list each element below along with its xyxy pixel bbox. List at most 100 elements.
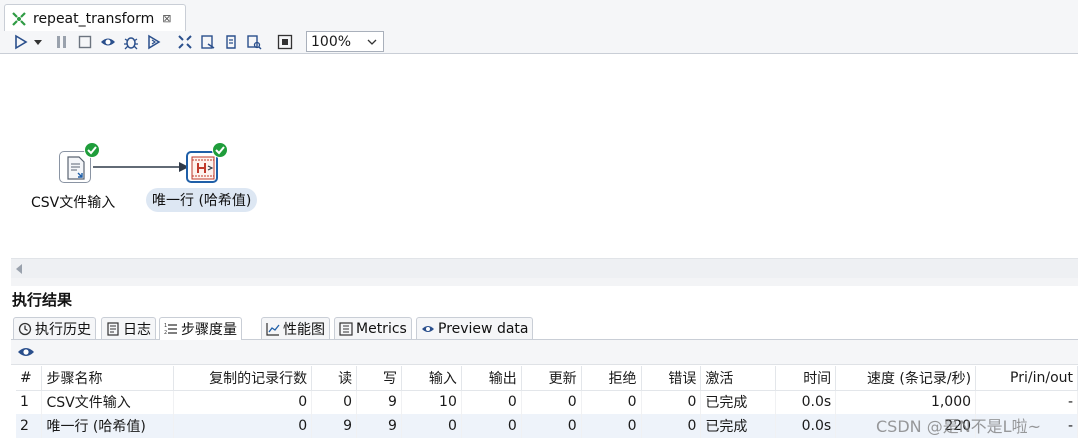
tab-performance-chart[interactable]: 性能图 <box>261 317 330 339</box>
cell-index: 1 <box>16 390 43 414</box>
sql-button[interactable] <box>222 33 240 51</box>
eye-icon <box>101 38 115 46</box>
step-label-csv-input: CSV文件输入 <box>31 195 116 211</box>
cell-rejected: 0 <box>581 390 642 414</box>
scroll-left-arrow-icon[interactable] <box>16 264 22 274</box>
tab-label: 日志 <box>123 321 151 338</box>
execution-results-title: 执行结果 <box>12 291 73 309</box>
tab-step-metrics[interactable]: 12 步骤度量 <box>159 317 242 340</box>
cell-priority-in-out: - <box>975 390 1078 414</box>
eye-icon[interactable] <box>17 345 35 359</box>
bug-icon <box>124 37 138 50</box>
svg-text:2: 2 <box>164 330 167 336</box>
replay-button[interactable] <box>145 33 163 51</box>
column-header-read[interactable]: 读 <box>311 366 358 391</box>
cell-index: 2 <box>16 414 43 438</box>
database-search-icon <box>247 35 262 50</box>
stop-icon <box>78 35 92 49</box>
tab-execution-history[interactable]: 执行历史 <box>13 317 96 339</box>
column-header-errors[interactable]: 错误 <box>641 366 702 391</box>
tab-log[interactable]: 日志 <box>101 317 156 339</box>
hash-unique-icon <box>191 156 215 180</box>
impact-button[interactable] <box>199 33 217 51</box>
tab-label: Metrics <box>356 320 407 337</box>
results-panel-icon <box>277 34 293 50</box>
watermark: CSDN @是N不是L啦~ <box>876 417 1041 436</box>
column-header-updated[interactable]: 更新 <box>521 366 582 391</box>
cell-time: 0.0s <box>775 414 837 438</box>
preview-button[interactable] <box>99 33 117 51</box>
cell-step-name: 唯一行 (哈希值) <box>41 414 175 438</box>
history-icon <box>18 322 32 335</box>
cell-written: 9 <box>356 414 402 438</box>
success-check-icon <box>84 142 100 158</box>
play-icon <box>15 34 28 50</box>
cell-errors: 0 <box>641 414 702 438</box>
replay-icon <box>148 34 161 50</box>
csv-file-icon <box>67 156 85 180</box>
cell-speed: 1,000 <box>835 390 977 414</box>
column-header-step-name[interactable]: 步骤名称 <box>41 366 175 391</box>
cell-rejected: 0 <box>581 414 642 438</box>
success-check-icon <box>212 142 228 158</box>
editor-tab-title: repeat_transform <box>33 10 155 27</box>
column-header-time[interactable]: 时间 <box>775 366 837 391</box>
column-header-speed[interactable]: 速度 (条记录/秒) <box>835 366 977 391</box>
column-header-priority-in-out[interactable]: Pri/in/out <box>975 366 1078 391</box>
column-header-rejected[interactable]: 拒绝 <box>581 366 642 391</box>
zoom-value: 100% <box>311 33 352 50</box>
verify-button[interactable] <box>176 33 194 51</box>
tab-metrics[interactable]: Metrics <box>334 317 412 339</box>
cell-errors: 0 <box>641 390 702 414</box>
panel-separator[interactable] <box>11 278 1078 286</box>
pause-icon <box>57 36 66 48</box>
tab-label: 步骤度量 <box>181 322 237 338</box>
step-label-unique-rows-hash: 唯一行 (哈希值) <box>146 188 258 212</box>
editor-tab-bar: repeat_transform ⊠ <box>0 0 1078 32</box>
step-metrics-icon: 12 <box>164 323 177 336</box>
results-tab-bar: 执行历史 日志 12 步骤度量 性能图 Metrics Preview data <box>11 315 1078 340</box>
run-button[interactable] <box>12 33 30 51</box>
column-header-input[interactable]: 输入 <box>401 366 462 391</box>
cell-step-name: CSV文件输入 <box>41 390 175 414</box>
table-row[interactable]: 1 CSV文件输入 0 0 9 10 0 0 0 0 已完成 0.0s 1,00… <box>16 390 1078 414</box>
zoom-select[interactable]: 100% <box>306 31 384 52</box>
column-header-output[interactable]: 输出 <box>461 366 522 391</box>
transform-canvas[interactable]: CSV文件输入 唯一行 (哈希值) <box>11 54 1078 258</box>
cell-active: 已完成 <box>700 414 777 438</box>
svg-text:1: 1 <box>164 323 167 329</box>
verify-icon <box>178 35 192 49</box>
cell-read: 0 <box>311 390 358 414</box>
explore-db-button[interactable] <box>245 33 263 51</box>
hop-arrow[interactable] <box>11 54 1078 258</box>
impact-icon <box>201 35 215 49</box>
table-header-row: # 步骤名称 复制的记录行数 读 写 输入 输出 更新 拒绝 错误 激活 时间 … <box>16 366 1078 391</box>
stop-button[interactable] <box>76 33 94 51</box>
debug-button[interactable] <box>122 33 140 51</box>
editor-tab-repeat-transform[interactable]: repeat_transform ⊠ <box>4 4 186 32</box>
cell-time: 0.0s <box>775 390 837 414</box>
show-results-button[interactable] <box>276 33 294 51</box>
cell-input: 0 <box>401 414 462 438</box>
log-icon <box>107 321 119 336</box>
column-header-written[interactable]: 写 <box>356 366 402 391</box>
sql-icon <box>226 35 236 49</box>
cell-written: 9 <box>356 390 402 414</box>
chevron-down-icon <box>367 39 377 45</box>
metrics-icon <box>339 321 353 336</box>
column-header-copied-rows[interactable]: 复制的记录行数 <box>173 366 313 391</box>
cell-active: 已完成 <box>700 390 777 414</box>
tab-label: 执行历史 <box>35 321 91 338</box>
cell-updated: 0 <box>521 414 582 438</box>
pause-button[interactable] <box>53 33 71 51</box>
column-header-active[interactable]: 激活 <box>700 366 777 391</box>
performance-chart-icon <box>266 322 280 336</box>
tab-preview-data[interactable]: Preview data <box>416 317 534 339</box>
metrics-panel-toolbar <box>11 340 1078 365</box>
run-options-dropdown[interactable] <box>32 33 44 51</box>
canvas-horizontal-scrollbar[interactable] <box>11 258 1078 279</box>
column-header-index[interactable]: # <box>16 366 43 391</box>
close-icon[interactable]: ⊠ <box>162 12 171 25</box>
cell-copied-rows: 0 <box>173 414 313 438</box>
chevron-down-icon <box>34 40 42 45</box>
